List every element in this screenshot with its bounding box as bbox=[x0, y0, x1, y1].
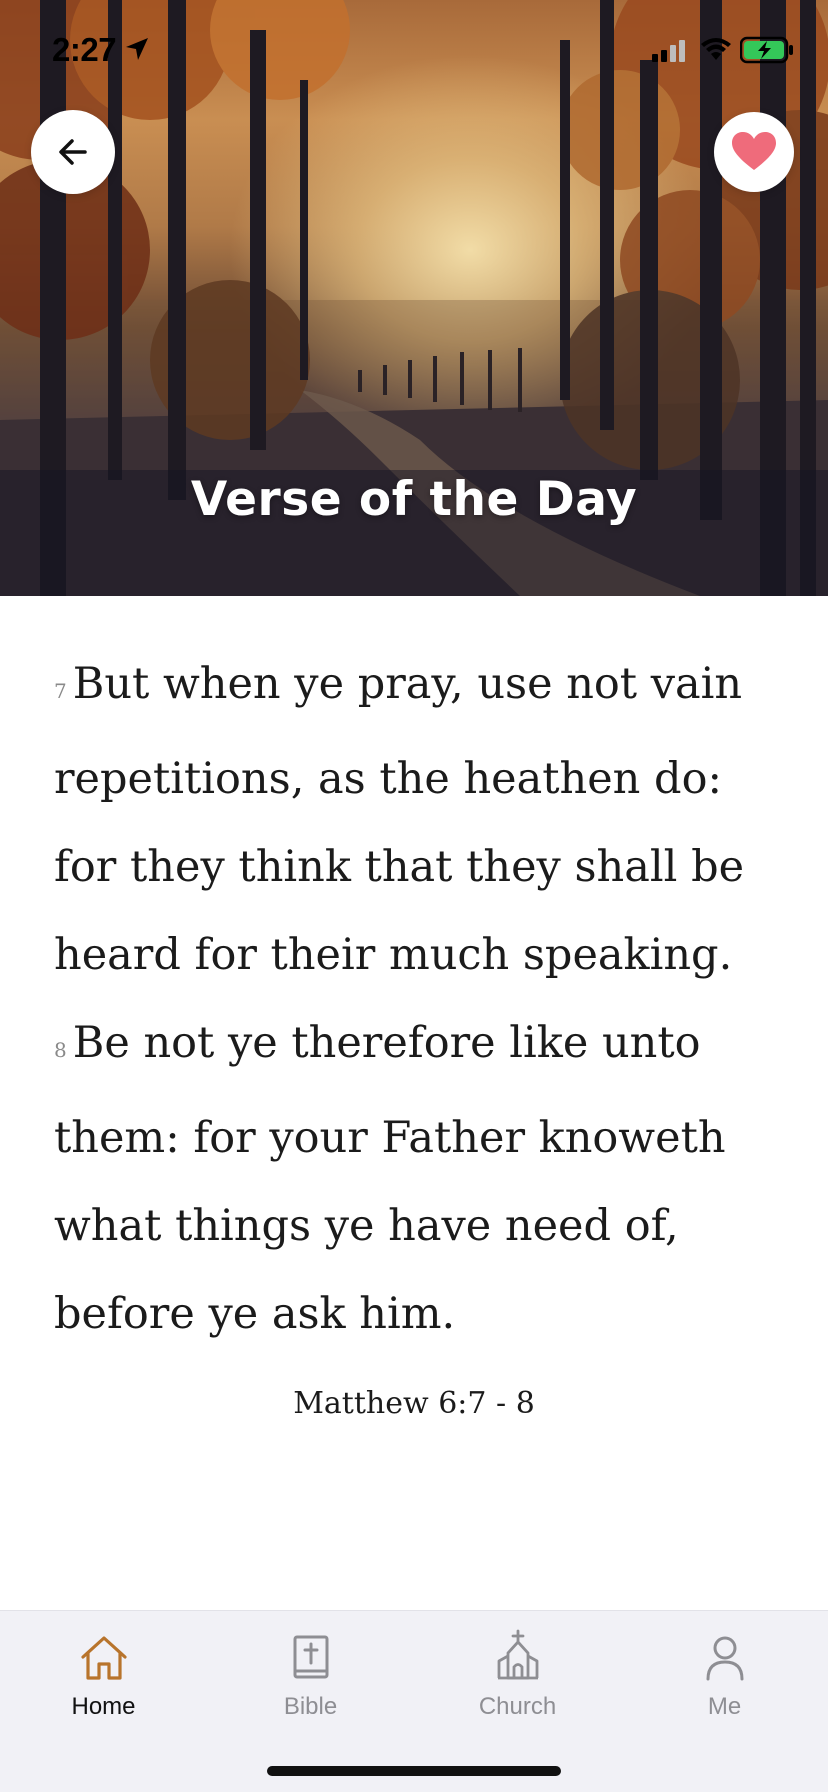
verse-number: 8 bbox=[54, 1038, 67, 1062]
tab-home[interactable]: Home bbox=[0, 1625, 207, 1735]
wifi-icon bbox=[701, 38, 731, 60]
tab-label: Church bbox=[478, 1693, 557, 1720]
verse-reference[interactable]: Matthew 6:7 - 8 bbox=[0, 1386, 828, 1421]
tab-church[interactable]: Church bbox=[414, 1625, 621, 1735]
hero-banner: Verse of the Day bbox=[0, 0, 828, 596]
home-indicator[interactable] bbox=[267, 1766, 561, 1776]
tab-me[interactable]: Me bbox=[621, 1625, 828, 1735]
home-icon bbox=[80, 1636, 127, 1680]
cellular-signal-icon bbox=[652, 40, 685, 62]
verse-number: 7 bbox=[54, 679, 67, 703]
verse-body: Be not ye therefore like unto them: for … bbox=[54, 1018, 726, 1339]
back-button[interactable] bbox=[31, 110, 115, 194]
location-arrow-icon bbox=[126, 38, 148, 60]
tab-label: Me bbox=[707, 1693, 742, 1720]
tab-label: Bible bbox=[283, 1693, 338, 1720]
church-icon bbox=[497, 1629, 538, 1680]
status-time: 2:27 bbox=[52, 31, 117, 68]
battery-charging-icon bbox=[740, 36, 793, 64]
favorite-button[interactable] bbox=[714, 112, 794, 192]
arrow-left-icon bbox=[59, 139, 87, 165]
tab-bar: Home Bible Church Me bbox=[0, 1610, 828, 1792]
person-icon bbox=[706, 1636, 743, 1681]
tab-label: Home bbox=[71, 1693, 136, 1720]
verse-body: But when ye pray, use not vain repetitio… bbox=[54, 659, 745, 980]
verse-text: 7 But when ye pray, use not vain repetiti… bbox=[54, 640, 784, 1358]
heart-icon bbox=[732, 132, 776, 170]
hero-title: Verse of the Day bbox=[190, 472, 638, 527]
bible-icon bbox=[293, 1635, 328, 1679]
tab-bible[interactable]: Bible bbox=[207, 1625, 414, 1735]
